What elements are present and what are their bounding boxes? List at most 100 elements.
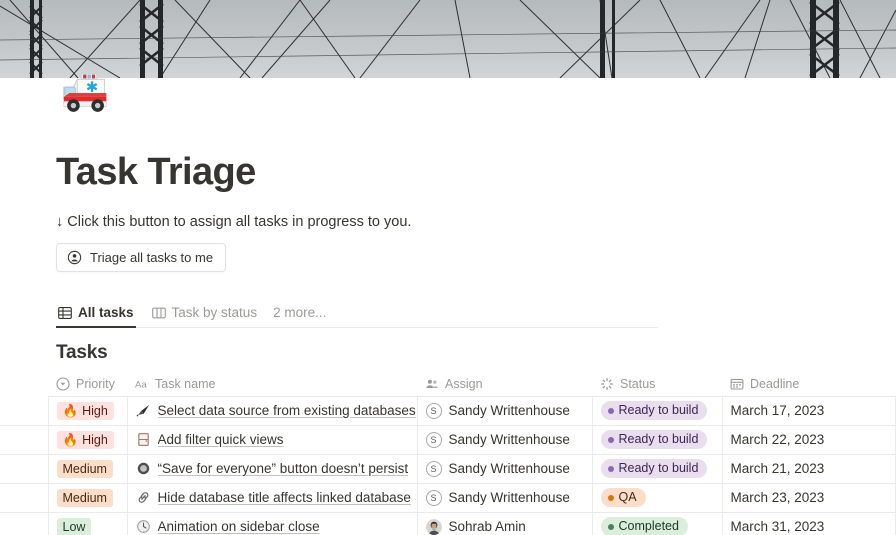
cell-status[interactable]: Ready to build — [592, 425, 723, 455]
page-icon-ambulance-icon[interactable] — [56, 60, 118, 122]
table-body: 🔥 High Select data source from existing … — [0, 396, 896, 535]
dart-arrow-emoji — [136, 403, 151, 418]
task-name-label: “Save for everyone” button doesn’t persi… — [157, 461, 409, 476]
column-header-assign-label: Assign — [445, 376, 483, 391]
calendar-icon — [730, 377, 744, 391]
triage-button-label: Triage all tasks to me — [90, 250, 214, 265]
status-dot-icon — [607, 465, 614, 472]
priority-label: Low — [62, 519, 86, 534]
priority-label: High — [82, 432, 108, 447]
status-dot-icon — [607, 523, 614, 530]
header-spacer — [0, 372, 48, 396]
table-row[interactable]: 🔥 High — [0, 396, 896, 426]
instruction-text: ↓ Click this button to assign all tasks … — [56, 214, 412, 230]
column-header-priority[interactable]: Priority — [48, 372, 127, 397]
cell-deadline[interactable]: March 23, 2023 — [722, 483, 896, 513]
cell-assign[interactable]: S Sandy Writtenhouse — [417, 483, 593, 513]
row-gutter — [0, 396, 49, 426]
priority-label: High — [82, 403, 108, 418]
status-label: Ready to build — [618, 432, 699, 446]
priority-label: Medium — [62, 490, 107, 505]
table-row[interactable]: Medium Hide database title affects linke… — [0, 483, 896, 513]
cell-status[interactable]: Completed — [592, 512, 723, 535]
cell-priority[interactable]: Medium — [48, 454, 128, 484]
cell-status[interactable]: Ready to build — [592, 396, 723, 426]
tab-task-by-status[interactable]: Task by status — [150, 302, 260, 327]
column-header-status[interactable]: Status — [592, 372, 722, 397]
task-name-label: Animation on sidebar close — [157, 519, 320, 534]
view-tabs: All tasks Task by status 2 more... — [56, 302, 658, 328]
status-spinner-icon — [600, 377, 614, 391]
task-name-label: Hide database title affects linked datab… — [157, 490, 411, 505]
cell-priority[interactable]: Medium — [48, 483, 128, 513]
cell-status[interactable]: QA — [592, 483, 723, 513]
assignee-name: Sandy Writtenhouse — [448, 432, 570, 447]
cell-assign[interactable]: S Sandy Writtenhouse — [417, 425, 593, 455]
column-header-task-name[interactable]: Aa Task name — [127, 372, 417, 397]
door-emoji — [136, 432, 151, 447]
row-gutter — [0, 425, 49, 455]
cell-deadline[interactable]: March 22, 2023 — [722, 425, 896, 455]
cell-task-name[interactable]: “Save for everyone” button doesn’t persi… — [127, 454, 418, 484]
task-name-label: Select data source from existing databas… — [157, 403, 416, 418]
cell-status[interactable]: Ready to build — [592, 454, 723, 484]
circle-button-emoji — [136, 461, 151, 476]
cell-priority[interactable]: Low — [48, 512, 128, 535]
assignee-name: Sohrab Amin — [448, 519, 526, 534]
avatar: S — [425, 489, 442, 506]
column-header-deadline-label: Deadline — [750, 376, 800, 391]
ambulance-emoji-art — [63, 73, 107, 112]
cell-assign[interactable]: S Sandy Writtenhouse — [417, 454, 593, 484]
assignee-name: Sandy Writtenhouse — [448, 461, 570, 476]
table-grid-icon — [58, 306, 72, 320]
assignee-name: Sandy Writtenhouse — [448, 490, 570, 505]
avatar — [425, 518, 442, 535]
cell-deadline[interactable]: March 21, 2023 — [722, 454, 896, 484]
cell-task-name[interactable]: Hide database title affects linked datab… — [127, 483, 418, 513]
cover-photo-art — [0, 0, 896, 78]
table-row[interactable]: Medium “Save for everyone” button doesn’… — [0, 454, 896, 484]
avatar: S — [425, 431, 442, 448]
triage-all-tasks-button[interactable]: Triage all tasks to me — [56, 243, 227, 272]
column-header-assign[interactable]: Assign — [417, 372, 592, 397]
column-header-priority-label: Priority — [76, 376, 115, 391]
cell-assign[interactable]: Sohrab Amin — [417, 512, 593, 535]
priority-label: Medium — [62, 461, 107, 476]
task-name-label: Add filter quick views — [157, 432, 284, 447]
board-columns-icon — [151, 306, 166, 320]
tab-all-tasks[interactable]: All tasks — [56, 302, 136, 328]
column-header-task-name-label: Task name — [155, 376, 216, 391]
select-chevron-circle-icon — [56, 377, 70, 391]
cell-task-name[interactable]: Add filter quick views — [127, 425, 418, 455]
fire-emoji: 🔥 — [62, 432, 79, 447]
status-dot-icon — [607, 494, 614, 501]
page-title: Task Triage — [56, 151, 256, 193]
table-row[interactable]: 🔥 High — [0, 425, 896, 455]
page-body: Task Triage ↓ Click this button to assig… — [0, 73, 896, 535]
cell-deadline[interactable]: March 31, 2023 — [722, 512, 896, 535]
row-gutter — [0, 483, 49, 513]
tabs-more-button[interactable]: 2 more... — [273, 305, 326, 327]
clock-emoji — [136, 519, 151, 534]
people-icon — [425, 377, 439, 391]
cell-task-name[interactable]: Select data source from existing databas… — [127, 396, 418, 426]
status-label: Ready to build — [618, 461, 699, 475]
tab-all-tasks-label: All tasks — [78, 305, 134, 320]
table-section-title: Tasks — [56, 342, 108, 363]
cell-task-name[interactable]: Animation on sidebar close — [127, 512, 418, 535]
cell-priority[interactable]: 🔥 High — [48, 396, 128, 426]
column-header-deadline[interactable]: Deadline — [722, 372, 895, 397]
status-label: QA — [618, 490, 637, 504]
tab-task-by-status-label: Task by status — [171, 305, 258, 320]
table-row[interactable]: Low Animation on sidebar close Sohrab Am… — [0, 512, 896, 535]
cover-photo[interactable] — [0, 0, 896, 78]
avatar: S — [425, 402, 442, 419]
cell-assign[interactable]: S Sandy Writtenhouse — [417, 396, 593, 426]
aa-text-icon: Aa — [135, 377, 149, 391]
cell-deadline[interactable]: March 17, 2023 — [722, 396, 896, 426]
svg-text:Aa: Aa — [135, 379, 147, 390]
assignee-name: Sandy Writtenhouse — [448, 403, 570, 418]
fire-emoji: 🔥 — [62, 403, 79, 418]
paperclip-link-emoji — [136, 490, 151, 505]
cell-priority[interactable]: 🔥 High — [48, 425, 128, 455]
